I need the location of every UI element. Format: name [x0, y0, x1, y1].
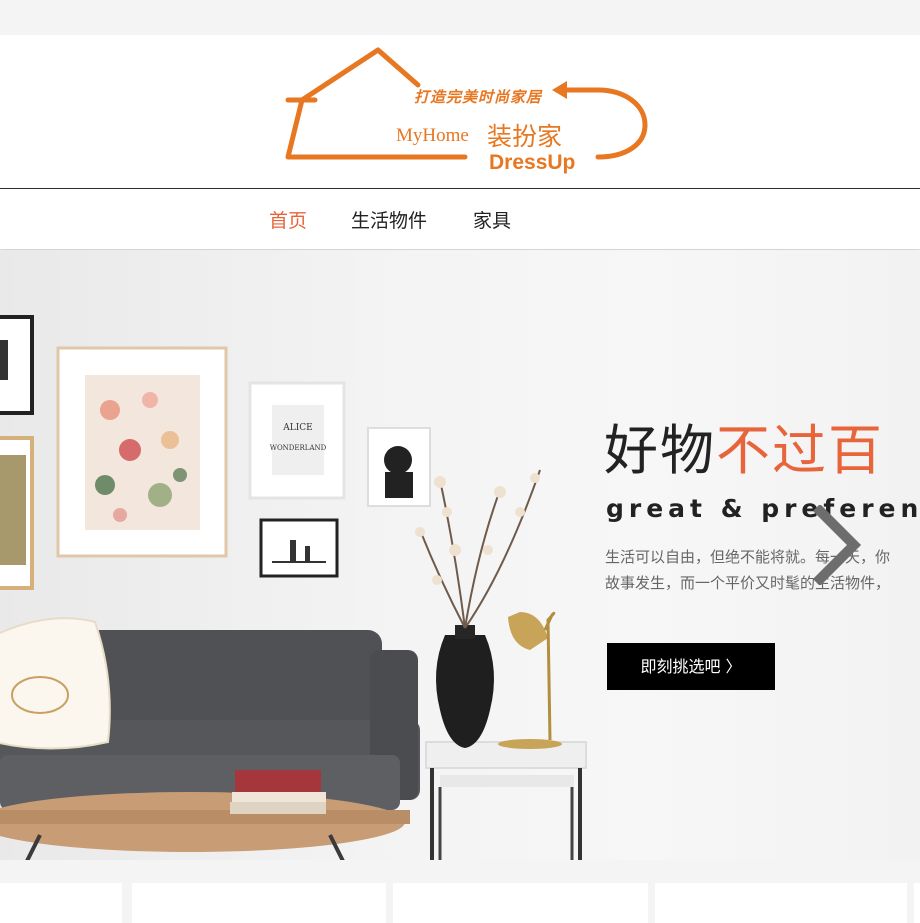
hero-headline: 好物不过百 — [604, 424, 884, 478]
hero-subhead: great & preferential — [606, 494, 920, 523]
nav-item-living-goods[interactable]: 生活物件 — [351, 206, 427, 233]
chevron-right-icon — [812, 503, 862, 587]
svg-text:WONDERLAND: WONDERLAND — [270, 444, 327, 452]
top-strip — [0, 0, 920, 35]
logo-tagline: 打造完美时尚家居 — [414, 88, 543, 106]
logo-chinese-name: 装扮家 — [487, 122, 563, 151]
product-card[interactable] — [914, 883, 920, 923]
hero-description-line1: 生活可以自由，但绝不能将就。每一天，你 — [605, 548, 891, 566]
main-nav: 首页 生活物件 家具 — [0, 189, 920, 249]
logo[interactable]: 打造完美时尚家居 MyHome 装扮家 DressUp — [280, 45, 660, 180]
hero-banner: ALICE WONDERLAND 好物不过百 great & preferen … — [0, 250, 920, 860]
hero-headline-part1: 好物 — [604, 419, 716, 482]
product-card[interactable] — [655, 883, 907, 923]
hero-headline-accent: 不过百 — [716, 419, 884, 482]
product-card[interactable] — [132, 883, 386, 923]
hero-description-line2: 故事发生，而一个平价又时髦的生活物件， — [605, 574, 891, 592]
svg-text:ALICE: ALICE — [282, 423, 313, 433]
hero-description: 生活可以自由，但绝不能将就。每一天，你 故事发生，而一个平价又时髦的生活物件， — [605, 544, 920, 596]
product-card[interactable] — [0, 883, 122, 923]
product-cards-row — [0, 860, 920, 923]
shop-now-button[interactable]: 即刻挑选吧 〉 — [607, 643, 775, 690]
nav-item-home[interactable]: 首页 — [269, 206, 307, 233]
header: 打造完美时尚家居 MyHome 装扮家 DressUp — [0, 35, 920, 189]
logo-house-icon — [285, 47, 648, 160]
logo-myhome-text: MyHome — [396, 125, 469, 146]
product-card[interactable] — [393, 883, 648, 923]
carousel-next-button[interactable] — [810, 503, 864, 587]
nav-item-furniture[interactable]: 家具 — [473, 206, 511, 233]
logo-dressup-text: DressUp — [489, 151, 576, 174]
